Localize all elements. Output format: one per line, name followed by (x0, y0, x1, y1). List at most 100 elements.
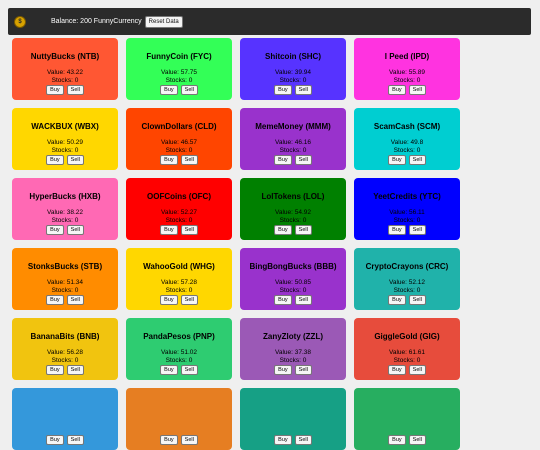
buy-button[interactable]: Buy (274, 435, 292, 445)
buy-button[interactable]: Buy (160, 365, 178, 375)
currency-name: BingBongBucks (BBB) (249, 262, 337, 271)
currency-stocks: Stocks: 0 (51, 217, 79, 224)
currency-name: ScamCash (SCM) (373, 122, 441, 131)
sell-button[interactable]: Sell (180, 225, 198, 235)
sell-button[interactable]: Sell (66, 295, 84, 305)
buy-button[interactable]: Buy (160, 225, 178, 235)
currency-card: CryptoCrayons (CRC) Value: 52.12 Stocks: 0… (354, 248, 460, 310)
sell-button[interactable]: Sell (66, 365, 84, 375)
currency-name: OOFCoins (OFC) (147, 192, 211, 201)
buy-button[interactable]: Buy (388, 225, 406, 235)
sell-button[interactable]: Sell (294, 365, 312, 375)
balance-text: Balance: 200 FunnyCurrency (51, 18, 142, 25)
currency-card: ZanyZloty (ZZL) Value: 37.38 Stocks: 0 Buy S… (240, 318, 346, 380)
currency-card: BingBongBucks (BBB) Value: 50.85 Stocks: 0… (240, 248, 346, 310)
sell-button[interactable]: Sell (66, 225, 84, 235)
currency-value: Value: 39.94 (274, 69, 312, 76)
sell-button[interactable]: Sell (294, 435, 312, 445)
currency-card: WahooGold (WHG) Value: 57.28 Stocks: 0 Buy S… (126, 248, 232, 310)
currency-card: Shitcoin (SHC) Value: 39.94 Stocks: 0 Buy Se… (240, 38, 346, 100)
trade-buttons: Buy Sell (12, 365, 118, 375)
trade-buttons: Buy Sell (240, 295, 346, 305)
buy-button[interactable]: Buy (388, 85, 406, 95)
currency-stocks: Stocks: 0 (393, 217, 421, 224)
buy-button[interactable]: Buy (46, 85, 64, 95)
trade-buttons: Buy Sell (12, 155, 118, 165)
buy-button[interactable]: Buy (160, 85, 178, 95)
currency-stocks: Stocks: 0 (279, 77, 307, 84)
buy-button[interactable]: Buy (160, 295, 178, 305)
currency-card: WACKBUX (WBX) Value: 50.29 Stocks: 0 Buy Sel… (12, 108, 118, 170)
currency-value: Value: 52.12 (388, 279, 426, 286)
buy-button[interactable]: Buy (274, 85, 292, 95)
currency-stocks: Stocks: 0 (393, 77, 421, 84)
buy-button[interactable]: Buy (388, 295, 406, 305)
trade-buttons: Buy Sell (12, 435, 118, 445)
currency-value: Value: 61.61 (388, 349, 426, 356)
currency-card: BananaBits (BNB) Value: 56.28 Stocks: 0 Buy… (12, 318, 118, 380)
currency-name: BananaBits (BNB) (30, 332, 100, 341)
buy-button[interactable]: Buy (274, 225, 292, 235)
sell-button[interactable]: Sell (180, 435, 198, 445)
currency-value: Value: 57.28 (160, 279, 198, 286)
buy-button[interactable]: Buy (388, 365, 406, 375)
currency-name: NuttyBucks (NTB) (30, 52, 100, 61)
sell-button[interactable]: Sell (408, 225, 426, 235)
currency-grid: NuttyBucks (NTB) Value: 43.22 Stocks: 0 Buy… (0, 0, 540, 450)
sell-button[interactable]: Sell (180, 85, 198, 95)
sell-button[interactable]: Sell (66, 85, 84, 95)
currency-value: Value: 52.27 (160, 209, 198, 216)
sell-button[interactable]: Sell (180, 365, 198, 375)
reset-data-button[interactable]: Reset Data (144, 15, 183, 28)
buy-button[interactable]: Buy (274, 155, 292, 165)
sell-button[interactable]: Sell (408, 435, 426, 445)
buy-button[interactable]: Buy (46, 155, 64, 165)
buy-button[interactable]: Buy (46, 295, 64, 305)
sell-button[interactable]: Sell (294, 85, 312, 95)
sell-button[interactable]: Sell (294, 155, 312, 165)
sell-button[interactable]: Sell (180, 155, 198, 165)
sell-button[interactable]: Sell (408, 365, 426, 375)
currency-name: PandaPesos (PNP) (143, 332, 215, 341)
sell-button[interactable]: Sell (408, 295, 426, 305)
trade-buttons: Buy Sell (354, 295, 460, 305)
buy-button[interactable]: Buy (160, 435, 178, 445)
buy-button[interactable]: Buy (46, 435, 64, 445)
sell-button[interactable]: Sell (294, 225, 312, 235)
currency-value: Value: 56.28 (46, 349, 84, 356)
coin-icon: $ (14, 15, 26, 28)
currency-stocks: Stocks: 0 (393, 147, 421, 154)
currency-stocks: Stocks: 0 (279, 217, 307, 224)
currency-card: Buy Sell (354, 388, 460, 450)
currency-name: StonksBucks (STB) (27, 262, 103, 271)
currency-name: YeetCredits (YTC) (373, 192, 441, 201)
currency-stocks: Stocks: 0 (51, 77, 79, 84)
trade-buttons: Buy Sell (12, 225, 118, 235)
buy-button[interactable]: Buy (274, 365, 292, 375)
currency-value: Value: 38.22 (46, 209, 84, 216)
sell-button[interactable]: Sell (408, 155, 426, 165)
currency-value: Value: 55.89 (388, 69, 426, 76)
currency-stocks: Stocks: 0 (165, 357, 193, 364)
currency-name: LolTokens (LOL) (261, 192, 325, 201)
currency-name: WahooGold (WHG) (143, 262, 215, 271)
currency-card: PandaPesos (PNP) Value: 51.02 Stocks: 0 Buy… (126, 318, 232, 380)
buy-button[interactable]: Buy (388, 435, 406, 445)
sell-button[interactable]: Sell (408, 85, 426, 95)
sell-button[interactable]: Sell (180, 295, 198, 305)
currency-value: Value: 50.29 (46, 139, 84, 146)
trade-buttons: Buy Sell (240, 365, 346, 375)
buy-button[interactable]: Buy (388, 155, 406, 165)
trade-buttons: Buy Sell (126, 225, 232, 235)
currency-value: Value: 54.92 (274, 209, 312, 216)
currency-value: Value: 56.11 (389, 209, 425, 216)
buy-button[interactable]: Buy (274, 295, 292, 305)
trade-buttons: Buy Sell (354, 155, 460, 165)
sell-button[interactable]: Sell (66, 435, 84, 445)
sell-button[interactable]: Sell (66, 155, 84, 165)
buy-button[interactable]: Buy (46, 225, 64, 235)
currency-name: MemeMoney (MMM) (255, 122, 331, 131)
buy-button[interactable]: Buy (46, 365, 64, 375)
buy-button[interactable]: Buy (160, 155, 178, 165)
sell-button[interactable]: Sell (294, 295, 312, 305)
